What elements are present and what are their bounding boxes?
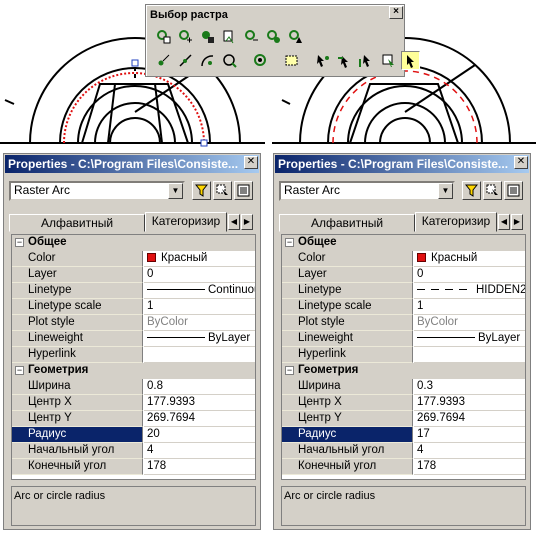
raster-select-region-icon[interactable] bbox=[286, 27, 305, 46]
object-type-select[interactable]: Raster Arc ▼ bbox=[9, 181, 185, 201]
property-row-radius[interactable]: Радиус 20 bbox=[12, 427, 255, 443]
object-type-value: Raster Arc bbox=[14, 183, 71, 197]
linetype-preview bbox=[417, 289, 473, 290]
raster-pick-box-icon[interactable] bbox=[379, 51, 398, 70]
tab-scroll-left-icon[interactable]: ◀ bbox=[498, 214, 510, 230]
toolbar-close-button[interactable]: × bbox=[389, 6, 403, 19]
property-row-hyperlink[interactable]: Hyperlink bbox=[12, 347, 255, 363]
quick-select-icon[interactable] bbox=[192, 181, 211, 200]
raster-pick-arc-icon[interactable] bbox=[357, 51, 376, 70]
property-row-width[interactable]: Ширина 0.3 bbox=[282, 379, 525, 395]
raster-selection-toolbar: Выбор растра × bbox=[145, 4, 420, 77]
property-row-linetype-scale[interactable]: Linetype scale 1 bbox=[12, 299, 255, 315]
properties-panel-right: Properties - C:\Program Files\Consiste..… bbox=[273, 153, 531, 530]
property-row-plot-style[interactable]: Plot style ByColor bbox=[282, 315, 525, 331]
raster-select-all-icon[interactable] bbox=[264, 27, 283, 46]
select-objects-icon[interactable] bbox=[483, 181, 502, 200]
color-swatch bbox=[147, 253, 156, 262]
lineweight-preview bbox=[147, 337, 205, 338]
linetype-preview bbox=[147, 289, 205, 290]
tab-scroll-right-icon[interactable]: ▶ bbox=[241, 214, 253, 230]
collapse-icon[interactable]: − bbox=[285, 238, 294, 247]
property-row-start-angle[interactable]: Начальный угол 4 bbox=[12, 443, 255, 459]
property-grid: − Общее Color Красный Layer 0 Linetype HIDDE… bbox=[281, 234, 526, 480]
raster-copy-icon[interactable] bbox=[220, 27, 239, 46]
property-row-plot-style[interactable]: Plot style ByColor bbox=[12, 315, 255, 331]
property-row-width[interactable]: Ширина 0.8 bbox=[12, 379, 255, 395]
tab-categorized[interactable]: Категоризир bbox=[145, 212, 227, 232]
property-row-center-x[interactable]: Центр X 177.9393 bbox=[282, 395, 525, 411]
property-row-end-angle[interactable]: Конечный угол 178 bbox=[12, 459, 255, 475]
raster-select-icon[interactable] bbox=[154, 27, 173, 46]
group-geometry[interactable]: − Геометрия bbox=[12, 363, 255, 379]
properties-panel-left: Properties - C:\Program Files\Consiste..… bbox=[3, 153, 261, 530]
raster-pick-line-icon[interactable] bbox=[335, 51, 354, 70]
property-row-center-y[interactable]: Центр Y 269.7694 bbox=[282, 411, 525, 427]
close-icon[interactable]: ✕ bbox=[514, 156, 528, 169]
toolbar-row-2 bbox=[154, 51, 420, 71]
object-type-select[interactable]: Raster Arc ▼ bbox=[279, 181, 455, 201]
property-tabs: Алфавитный Категоризир ◀ ▶ bbox=[279, 212, 523, 232]
raster-entity-icon[interactable] bbox=[251, 51, 270, 70]
tab-scroll-left-icon[interactable]: ◀ bbox=[228, 214, 240, 230]
raster-pick-icon[interactable] bbox=[313, 51, 332, 70]
raster-line-icon[interactable] bbox=[176, 51, 195, 70]
property-row-linetype-scale[interactable]: Linetype scale 1 bbox=[282, 299, 525, 315]
group-general[interactable]: − Общее bbox=[282, 235, 525, 251]
select-objects-icon[interactable] bbox=[213, 181, 232, 200]
raster-circle-icon[interactable] bbox=[220, 51, 239, 70]
panel-title: Properties - C:\Program Files\Consiste..… bbox=[275, 155, 529, 173]
property-row-linetype[interactable]: Linetype HIDDEN2 bbox=[282, 283, 525, 299]
chevron-down-icon[interactable]: ▼ bbox=[438, 183, 453, 199]
property-row-end-angle[interactable]: Конечный угол 178 bbox=[282, 459, 525, 475]
property-grid: − Общее Color Красный Layer 0 Linetype Conti… bbox=[11, 234, 256, 480]
color-swatch bbox=[417, 253, 426, 262]
property-row-layer[interactable]: Layer 0 bbox=[12, 267, 255, 283]
group-general[interactable]: − Общее bbox=[12, 235, 255, 251]
raster-point-icon[interactable] bbox=[154, 51, 173, 70]
property-row-start-angle[interactable]: Начальный угол 4 bbox=[282, 443, 525, 459]
collapse-icon[interactable]: − bbox=[15, 238, 24, 247]
collapse-icon[interactable]: − bbox=[285, 366, 294, 375]
lineweight-preview bbox=[417, 337, 475, 338]
collapse-icon[interactable]: − bbox=[15, 366, 24, 375]
raster-arc-icon[interactable] bbox=[198, 51, 217, 70]
property-row-layer[interactable]: Layer 0 bbox=[282, 267, 525, 283]
raster-select-minus-icon[interactable] bbox=[242, 27, 261, 46]
property-row-color[interactable]: Color Красный bbox=[282, 251, 525, 267]
property-description: Arc or circle radius bbox=[281, 486, 526, 526]
raster-region-icon[interactable] bbox=[282, 51, 301, 70]
raster-pick-active-icon[interactable] bbox=[401, 51, 420, 70]
chevron-down-icon[interactable]: ▼ bbox=[168, 183, 183, 199]
property-row-lineweight[interactable]: Lineweight ByLayer bbox=[282, 331, 525, 347]
property-row-color[interactable]: Color Красный bbox=[12, 251, 255, 267]
raster-erase-icon[interactable] bbox=[198, 27, 217, 46]
tab-scroll-right-icon[interactable]: ▶ bbox=[511, 214, 523, 230]
property-row-lineweight[interactable]: Lineweight ByLayer bbox=[12, 331, 255, 347]
property-row-radius[interactable]: Радиус 17 bbox=[282, 427, 525, 443]
raster-select-plus-icon[interactable] bbox=[176, 27, 195, 46]
toolbar-title: Выбор растра bbox=[148, 7, 402, 23]
property-row-center-x[interactable]: Центр X 177.9393 bbox=[12, 395, 255, 411]
property-row-hyperlink[interactable]: Hyperlink bbox=[282, 347, 525, 363]
group-geometry[interactable]: − Геометрия bbox=[282, 363, 525, 379]
property-tabs: Алфавитный Категоризир ◀ ▶ bbox=[9, 212, 253, 232]
object-type-value: Raster Arc bbox=[284, 183, 341, 197]
property-description: Arc or circle radius bbox=[11, 486, 256, 526]
tab-alphabetic[interactable]: Алфавитный bbox=[279, 214, 415, 232]
toggle-pickadd-icon[interactable] bbox=[234, 181, 253, 200]
property-row-linetype[interactable]: LinetypeContinuous bbox=[12, 283, 255, 299]
close-icon[interactable]: ✕ bbox=[244, 156, 258, 169]
tab-alphabetic[interactable]: Алфавитный bbox=[9, 214, 145, 232]
property-row-center-y[interactable]: Центр Y 269.7694 bbox=[12, 411, 255, 427]
toggle-pickadd-icon[interactable] bbox=[504, 181, 523, 200]
tab-categorized[interactable]: Категоризир bbox=[415, 212, 497, 232]
toolbar-row-1 bbox=[154, 27, 305, 47]
panel-title: Properties - C:\Program Files\Consiste..… bbox=[5, 155, 259, 173]
quick-select-icon[interactable] bbox=[462, 181, 481, 200]
